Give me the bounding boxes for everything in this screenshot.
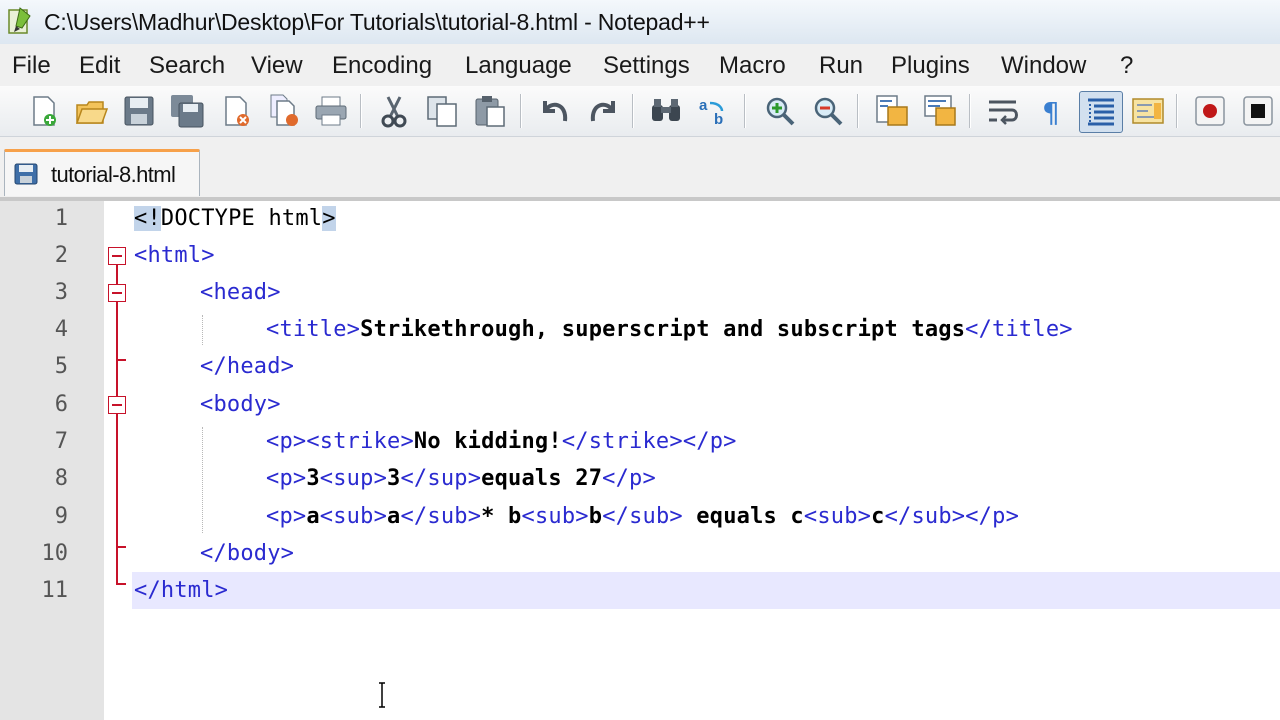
line-number: 1: [54, 206, 68, 231]
tab-tutorial-8-html[interactable]: tutorial-8.html: [4, 149, 200, 196]
line-number-gutter: [0, 201, 104, 720]
line-number: 9: [54, 504, 68, 529]
code-line[interactable]: <title>Strikethrough, superscript and su…: [266, 317, 1073, 342]
toolbar-separator: [857, 94, 859, 128]
code-line[interactable]: <p>a<sub>a</sub>* b<sub>b</sub> equals c…: [266, 504, 1019, 529]
indent-guide: [202, 315, 203, 345]
fold-toggle-body[interactable]: [108, 396, 126, 414]
notepad-plus-plus-icon: [8, 7, 31, 34]
line-number: 5: [54, 354, 68, 379]
indent-guide: [202, 427, 203, 533]
fold-line: [116, 265, 118, 585]
code-line[interactable]: </head>: [200, 354, 294, 379]
show-all-characters-icon[interactable]: ¶: [1034, 93, 1070, 129]
line-number: 6: [54, 392, 68, 417]
zoom-in-icon[interactable]: [762, 93, 798, 129]
title-bar: C:\Users\Madhur\Desktop\For Tutorials\tu…: [0, 0, 1280, 44]
close-icon[interactable]: [219, 93, 255, 129]
code-line[interactable]: <!DOCTYPE html>: [134, 206, 336, 231]
fold-end-html: [116, 583, 126, 585]
line-number: 10: [41, 541, 69, 566]
indent-guide-icon[interactable]: [1079, 91, 1123, 133]
code-line[interactable]: <body>: [200, 392, 281, 417]
saved-file-icon: [14, 163, 38, 185]
line-number: 2: [54, 243, 68, 268]
svg-text:¶: ¶: [1042, 96, 1060, 129]
close-all-icon[interactable]: [267, 93, 303, 129]
zoom-out-icon[interactable]: [810, 93, 846, 129]
svg-text:b: b: [714, 111, 723, 128]
fold-toggle-html[interactable]: [108, 247, 126, 265]
toolbar-separator: [744, 94, 746, 128]
toolbar-separator: [520, 94, 522, 128]
menu-language[interactable]: Language: [465, 52, 572, 80]
toolbar: ab ¶: [0, 86, 1280, 137]
menu-help[interactable]: ?: [1120, 52, 1133, 80]
menu-run[interactable]: Run: [819, 52, 863, 80]
record-macro-icon[interactable]: [1192, 93, 1228, 129]
code-editor[interactable]: 1 2 3 4 5 6 7 8 9 10 11 <!DOCTYPE html> …: [0, 201, 1280, 720]
word-wrap-icon[interactable]: [986, 93, 1022, 129]
cut-icon[interactable]: [376, 93, 412, 129]
replace-icon[interactable]: ab: [696, 93, 732, 129]
code-line[interactable]: </html>: [134, 578, 228, 603]
toolbar-separator: [1176, 94, 1178, 128]
sync-horizontal-icon[interactable]: [922, 93, 958, 129]
fold-toggle-head[interactable]: [108, 284, 126, 302]
menu-encoding[interactable]: Encoding: [332, 52, 432, 80]
tab-label: tutorial-8.html: [51, 162, 176, 187]
line-number: 3: [54, 280, 68, 305]
code-line[interactable]: <html>: [134, 243, 215, 268]
code-line[interactable]: <head>: [200, 280, 281, 305]
svg-text:a: a: [699, 97, 708, 114]
sync-vertical-icon[interactable]: [874, 93, 910, 129]
code-line[interactable]: </body>: [200, 541, 294, 566]
redo-icon[interactable]: [585, 93, 621, 129]
toolbar-separator: [969, 94, 971, 128]
line-number: 11: [41, 578, 69, 603]
open-file-icon[interactable]: [73, 93, 109, 129]
line-number: 4: [54, 317, 68, 342]
new-file-icon[interactable]: [26, 93, 62, 129]
toolbar-separator: [360, 94, 362, 128]
paste-icon[interactable]: [472, 93, 508, 129]
menu-file[interactable]: File: [12, 52, 51, 80]
fold-end-head: [116, 359, 126, 361]
save-all-icon[interactable]: [169, 93, 205, 129]
stop-recording-icon[interactable]: [1240, 93, 1276, 129]
copy-icon[interactable]: [424, 93, 460, 129]
document-map-icon[interactable]: [1130, 93, 1166, 129]
window-title: C:\Users\Madhur\Desktop\For Tutorials\tu…: [44, 9, 710, 35]
line-number: 7: [54, 429, 68, 454]
undo-icon[interactable]: [537, 93, 573, 129]
menu-window[interactable]: Window: [1001, 52, 1086, 80]
code-line[interactable]: <p>3<sup>3</sup>equals 27</p>: [266, 466, 656, 491]
mouse-ibeam-cursor: [379, 682, 385, 708]
menu-plugins[interactable]: Plugins: [891, 52, 970, 80]
fold-margin[interactable]: [104, 201, 132, 720]
line-number: 8: [54, 466, 68, 491]
menu-edit[interactable]: Edit: [79, 52, 120, 80]
print-icon[interactable]: [313, 93, 349, 129]
menu-view[interactable]: View: [251, 52, 303, 80]
find-icon[interactable]: [648, 93, 684, 129]
current-line-highlight: [132, 572, 1280, 609]
menu-bar: File Edit Search View Encoding Language …: [0, 44, 1280, 87]
code-line[interactable]: <p><strike>No kidding!</strike></p>: [266, 429, 737, 454]
toolbar-separator: [632, 94, 634, 128]
menu-settings[interactable]: Settings: [603, 52, 690, 80]
save-icon[interactable]: [121, 93, 157, 129]
menu-macro[interactable]: Macro: [719, 52, 786, 80]
tab-strip: tutorial-8.html: [0, 137, 1280, 201]
fold-end-body: [116, 546, 126, 548]
menu-search[interactable]: Search: [149, 52, 225, 80]
